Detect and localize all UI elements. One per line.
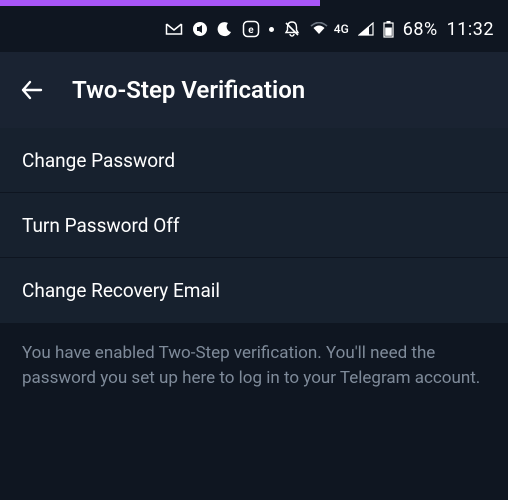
notifications-off-icon (283, 20, 301, 38)
wifi-icon (310, 22, 328, 36)
gmail-icon (165, 22, 183, 36)
list-item-label: Change Recovery Email (22, 279, 220, 302)
status-bar: e 4G 68% 11:32 (0, 6, 508, 52)
battery-percent: 68% (403, 19, 438, 40)
turn-password-off-item[interactable]: Turn Password Off (0, 193, 508, 258)
battery-icon (383, 21, 394, 38)
change-password-item[interactable]: Change Password (0, 128, 508, 193)
footer-description: You have enabled Two-Step verification. … (0, 323, 508, 414)
signal-icon (358, 22, 374, 36)
network-type: 4G (334, 22, 349, 36)
dot-icon (269, 27, 274, 32)
clock: 11:32 (447, 19, 494, 40)
list-item-label: Change Password (22, 149, 175, 172)
moon-icon (217, 21, 233, 37)
options-list: Change Password Turn Password Off Change… (0, 128, 508, 323)
arrow-left-icon (19, 77, 45, 103)
sound-icon (192, 21, 208, 37)
page-title: Two-Step Verification (72, 76, 305, 104)
e-badge-icon: e (242, 20, 260, 38)
app-bar: Two-Step Verification (0, 52, 508, 128)
change-recovery-email-item[interactable]: Change Recovery Email (0, 258, 508, 323)
svg-text:e: e (248, 25, 254, 36)
back-button[interactable] (18, 76, 46, 104)
list-item-label: Turn Password Off (22, 214, 180, 237)
